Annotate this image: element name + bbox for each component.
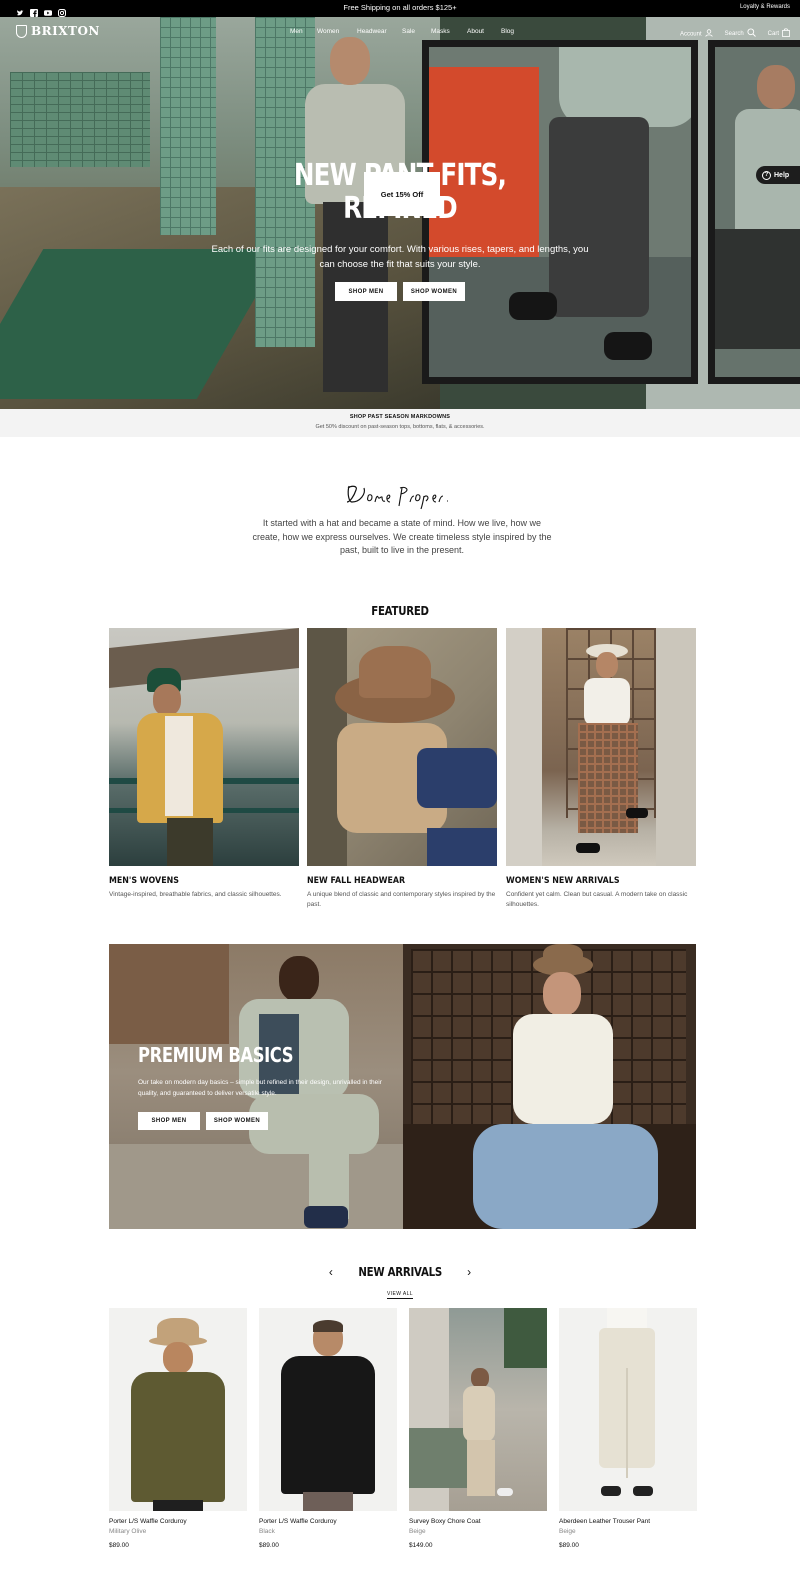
product-price: $89.00 xyxy=(259,1542,279,1549)
product-card[interactable]: Porter L/S Waffle Corduroy Military Oliv… xyxy=(109,1308,247,1549)
featured-image[interactable] xyxy=(109,628,299,866)
carousel-prev-icon[interactable]: ‹ xyxy=(329,1265,333,1279)
tile-wall xyxy=(10,72,150,167)
loyalty-link[interactable]: Loyalty & Rewards xyxy=(740,4,790,10)
markdown-promo-strip[interactable]: SHOP PAST SEASON MARKDOWNS Get 50% disco… xyxy=(0,409,800,437)
product-card[interactable]: Aberdeen Leather Trouser Pant Beige $89.… xyxy=(559,1308,697,1549)
brand-logo[interactable]: BRIXTON xyxy=(16,24,100,38)
account-link[interactable]: Account xyxy=(679,28,713,39)
hero-buttons: SHOP MEN SHOP WOMEN xyxy=(0,282,800,301)
premium-buttons: SHOP MEN SHOP WOMEN xyxy=(138,1112,268,1130)
product-color: Military Olive xyxy=(109,1528,147,1535)
featured-card-desc: Vintage-inspired, breathable fabrics, an… xyxy=(109,891,282,898)
nav-item-about[interactable]: About xyxy=(467,28,501,35)
product-color: Beige xyxy=(409,1528,426,1535)
view-all-link[interactable]: VIEW ALL xyxy=(387,1291,413,1299)
nav-item-headwear[interactable]: Headwear xyxy=(357,28,402,35)
featured-card-title[interactable]: MEN'S WOVENS xyxy=(109,876,276,886)
announcement-bar: Free Shipping on all orders $125+ Loyalt… xyxy=(0,0,800,17)
product-price: $89.00 xyxy=(559,1542,579,1549)
site-header: BRIXTON Men Women Headwear Sale Masks Ab… xyxy=(0,17,800,47)
nav-item-men[interactable]: Men xyxy=(290,28,317,35)
signature-graphic xyxy=(346,485,448,510)
cart-link[interactable]: Cart xyxy=(768,28,790,39)
premium-shop-women-button[interactable]: SHOP WOMEN xyxy=(206,1112,268,1130)
hero-subtext: Each of our fits are designed for your c… xyxy=(211,244,589,270)
featured-card-mens-wovens[interactable]: MEN'S WOVENS Vintage-inspired, breathabl… xyxy=(109,628,299,900)
help-button[interactable]: ? Help xyxy=(756,166,800,184)
product-image[interactable] xyxy=(409,1308,547,1511)
account-label: Account xyxy=(679,31,702,38)
premium-photo-right xyxy=(403,944,696,1229)
product-name[interactable]: Porter L/S Waffle Corduroy xyxy=(259,1518,397,1525)
product-image[interactable] xyxy=(259,1308,397,1511)
featured-card-womens-new-arrivals[interactable]: WOMEN'S NEW ARRIVALS Confident yet calm.… xyxy=(506,628,696,910)
main-nav: Men Women Headwear Sale Masks About Blog xyxy=(290,28,514,35)
discount-popup-button[interactable]: Get 15% Off xyxy=(364,172,440,216)
product-card[interactable]: Survey Boxy Chore Coat Beige $149.00 xyxy=(409,1308,547,1549)
hero-shop-men-button[interactable]: SHOP MEN xyxy=(335,282,397,301)
premium-shop-men-button[interactable]: SHOP MEN xyxy=(138,1112,200,1130)
product-image[interactable] xyxy=(109,1308,247,1511)
nav-item-masks[interactable]: Masks xyxy=(431,28,467,35)
featured-card-desc: Confident yet calm. Clean but casual. A … xyxy=(506,891,688,908)
featured-image[interactable] xyxy=(307,628,497,866)
premium-basics-title: PREMIUM BASICS xyxy=(138,1043,294,1067)
promo-text: Get 50% discount on past-season tops, bo… xyxy=(315,424,485,430)
brand-story-text: It started with a hat and became a state… xyxy=(252,518,552,555)
view-all-link-wrap: VIEW ALL xyxy=(0,1291,800,1299)
new-arrivals-header: ‹ NEW ARRIVALS › xyxy=(0,1265,800,1279)
brand-logo-text: BRIXTON xyxy=(31,24,100,38)
question-icon: ? xyxy=(762,170,771,180)
featured-card-title[interactable]: WOMEN'S NEW ARRIVALS xyxy=(506,876,673,886)
hero-shop-women-button[interactable]: SHOP WOMEN xyxy=(403,282,465,301)
shipping-announcement[interactable]: Free Shipping on all orders $125+ xyxy=(0,3,800,12)
product-image[interactable] xyxy=(559,1308,697,1511)
user-icon xyxy=(705,28,713,39)
featured-heading: FEATURED xyxy=(371,604,429,618)
nav-item-women[interactable]: Women xyxy=(317,28,357,35)
product-price: $89.00 xyxy=(109,1542,129,1549)
premium-basics-desc: Our take on modern day basics – simple b… xyxy=(138,1079,382,1097)
bag-icon xyxy=(782,28,790,39)
done-proper-signature xyxy=(0,480,800,515)
search-link[interactable]: Search xyxy=(725,28,756,39)
shield-logo-icon xyxy=(16,24,27,38)
product-name[interactable]: Porter L/S Waffle Corduroy xyxy=(109,1518,247,1525)
featured-card-desc: A unique blend of classic and contempora… xyxy=(307,891,496,908)
featured-card-fall-headwear[interactable]: NEW FALL HEADWEAR A unique blend of clas… xyxy=(307,628,497,910)
nav-item-blog[interactable]: Blog xyxy=(501,28,514,35)
promo-title: SHOP PAST SEASON MARKDOWNS xyxy=(349,414,451,420)
product-card[interactable]: Porter L/S Waffle Corduroy Black $89.00 xyxy=(259,1308,397,1549)
help-label: Help xyxy=(774,171,790,179)
search-label: Search xyxy=(724,31,744,38)
featured-image[interactable] xyxy=(506,628,696,866)
product-color: Black xyxy=(259,1528,275,1535)
new-arrivals-title: NEW ARRIVALS xyxy=(358,1265,442,1279)
product-price: $149.00 xyxy=(409,1542,433,1549)
cart-label: Cart xyxy=(767,31,779,38)
product-name[interactable]: Aberdeen Leather Trouser Pant xyxy=(559,1518,697,1525)
premium-basics-banner: PREMIUM BASICS Our take on modern day ba… xyxy=(109,944,696,1229)
carousel-next-icon[interactable]: › xyxy=(467,1265,471,1279)
product-name[interactable]: Survey Boxy Chore Coat xyxy=(409,1518,547,1525)
product-color: Beige xyxy=(559,1528,576,1535)
nav-item-sale[interactable]: Sale xyxy=(402,28,431,35)
featured-card-title[interactable]: NEW FALL HEADWEAR xyxy=(307,876,474,886)
search-icon xyxy=(747,28,756,39)
header-utilities: Account Search Cart xyxy=(680,28,790,39)
